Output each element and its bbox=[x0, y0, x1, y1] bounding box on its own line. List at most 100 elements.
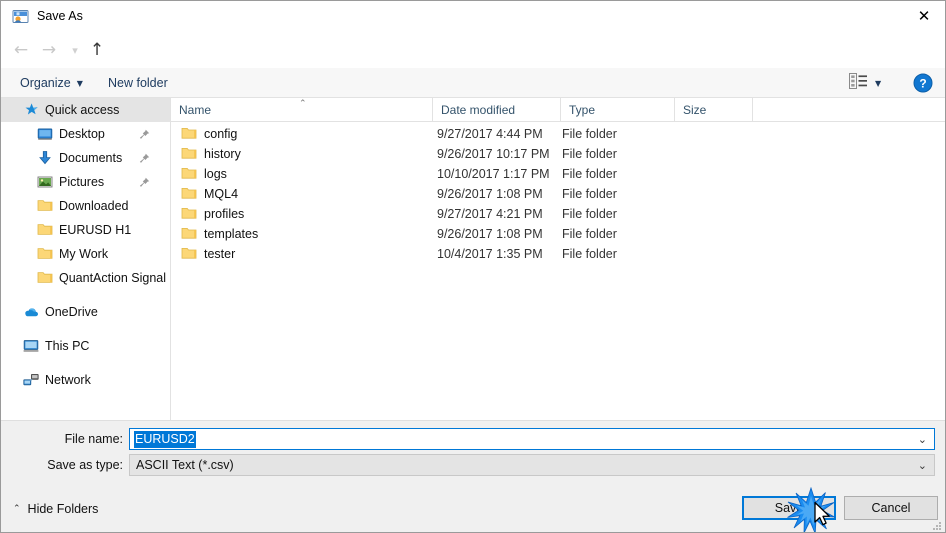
file-list-pane: Name ⌃ Date modified Type Size config 9/2… bbox=[171, 98, 945, 420]
close-icon: ✕ bbox=[917, 6, 931, 25]
file-name-input[interactable]: EURUSD2 ⌄ bbox=[129, 428, 935, 450]
sidebar-item-quick-access[interactable]: Quick access bbox=[1, 98, 170, 122]
table-row[interactable]: history 9/26/2017 10:17 PM File folder bbox=[171, 144, 945, 164]
recent-locations-button[interactable]: ▾ bbox=[63, 39, 87, 61]
sidebar-item-my-work[interactable]: My Work bbox=[1, 242, 170, 266]
window-title: Save As bbox=[37, 9, 83, 23]
folder-icon bbox=[181, 126, 197, 140]
svg-text:?: ? bbox=[919, 77, 926, 91]
sidebar-item-label: Network bbox=[45, 373, 91, 387]
new-folder-button[interactable]: New folder bbox=[101, 72, 175, 94]
file-name-value: EURUSD2 bbox=[134, 430, 196, 448]
sidebar-item-eurusd-h1[interactable]: EURUSD H1 bbox=[1, 218, 170, 242]
back-button[interactable]: ← bbox=[9, 39, 33, 61]
date-modified-cell: 9/27/2017 4:44 PM bbox=[437, 127, 543, 141]
folder-icon bbox=[181, 206, 197, 220]
date-modified-cell: 9/26/2017 1:08 PM bbox=[437, 227, 543, 241]
table-row[interactable]: logs 10/10/2017 1:17 PM File folder bbox=[171, 164, 945, 184]
file-name-cell: history bbox=[204, 147, 241, 161]
column-header-date-modified[interactable]: Date modified bbox=[433, 98, 561, 121]
file-name-cell: logs bbox=[204, 167, 227, 181]
help-button[interactable]: ? bbox=[913, 73, 933, 93]
forward-button[interactable]: → bbox=[37, 39, 61, 61]
column-label: Size bbox=[683, 102, 707, 117]
pin-icon[interactable] bbox=[139, 127, 150, 145]
date-modified-cell: 9/26/2017 10:17 PM bbox=[437, 147, 550, 161]
chevron-down-icon[interactable]: ⌄ bbox=[918, 460, 927, 471]
type-cell: File folder bbox=[562, 207, 617, 221]
pictures-icon bbox=[37, 174, 53, 190]
save-as-dialog: Save As ✕ ← → ▾ ↑ « Roaming › bbox=[0, 0, 946, 533]
sidebar-item-pictures[interactable]: Pictures bbox=[1, 170, 170, 194]
network-icon bbox=[23, 372, 39, 388]
hide-folders-button[interactable]: ⌃ Hide Folders bbox=[13, 502, 98, 516]
folder-icon bbox=[37, 222, 53, 238]
pin-icon[interactable] bbox=[139, 151, 150, 169]
star-pin-icon bbox=[23, 102, 39, 118]
table-row[interactable]: config 9/27/2017 4:44 PM File folder bbox=[171, 124, 945, 144]
folder-icon bbox=[37, 198, 53, 214]
change-view-button[interactable]: ▼ bbox=[849, 73, 881, 94]
title-bar: Save As ✕ bbox=[1, 1, 945, 32]
sidebar-item-label: My Work bbox=[59, 247, 109, 261]
file-name-label: File name: bbox=[64, 432, 123, 446]
chevron-down-icon[interactable]: ⌄ bbox=[918, 434, 927, 445]
pin-icon[interactable] bbox=[139, 175, 150, 193]
folder-icon bbox=[181, 166, 197, 180]
sidebar-item-label: QuantAction Signal bbox=[59, 271, 167, 285]
save-as-type-select[interactable]: ASCII Text (*.csv) ⌄ bbox=[129, 454, 935, 476]
address-toolbar: ← → ▾ ↑ « Roaming › MetaQuotes › Termina… bbox=[1, 32, 945, 93]
navigation-pane: Quick access Desktop Documents Pictures Down… bbox=[1, 98, 171, 420]
column-headers: Name ⌃ Date modified Type Size bbox=[171, 98, 945, 122]
sidebar-item-documents[interactable]: Documents bbox=[1, 146, 170, 170]
documents-download-icon bbox=[37, 150, 53, 166]
type-cell: File folder bbox=[562, 247, 617, 261]
sidebar-item-onedrive[interactable]: OneDrive bbox=[1, 300, 170, 324]
save-button-label: Save bbox=[774, 501, 804, 515]
sidebar-item-label: EURUSD H1 bbox=[59, 223, 132, 237]
type-cell: File folder bbox=[562, 167, 617, 181]
sidebar-item-quantaction-signal[interactable]: QuantAction Signal bbox=[1, 266, 170, 290]
arrow-right-icon: → bbox=[41, 39, 57, 60]
column-header-name[interactable]: Name ⌃ bbox=[171, 98, 433, 121]
type-cell: File folder bbox=[562, 147, 617, 161]
sidebar-item-label: Quick access bbox=[45, 103, 120, 117]
sort-ascending-icon: ⌃ bbox=[299, 99, 307, 109]
chevron-up-icon: ⌃ bbox=[13, 504, 21, 514]
file-list: config 9/27/2017 4:44 PM File folder histor… bbox=[171, 124, 945, 264]
column-header-size[interactable]: Size bbox=[675, 98, 753, 121]
folder-icon bbox=[181, 246, 197, 260]
table-row[interactable]: templates 9/26/2017 1:08 PM File folder bbox=[171, 224, 945, 244]
sidebar-item-downloaded[interactable]: Downloaded bbox=[1, 194, 170, 218]
sidebar-item-label: Pictures bbox=[59, 175, 105, 189]
save-as-type-value: ASCII Text (*.csv) bbox=[136, 458, 234, 472]
cancel-button[interactable]: Cancel bbox=[844, 496, 938, 520]
chevron-down-icon: ▾ bbox=[72, 43, 78, 57]
date-modified-cell: 10/10/2017 1:17 PM bbox=[437, 167, 550, 181]
file-name-cell: tester bbox=[204, 247, 236, 261]
table-row[interactable]: tester 10/4/2017 1:35 PM File folder bbox=[171, 244, 945, 264]
organize-button[interactable]: Organize ▼ bbox=[13, 72, 90, 94]
save-button[interactable]: Save bbox=[742, 496, 836, 520]
view-layout-icon bbox=[849, 73, 868, 94]
date-modified-cell: 9/26/2017 1:08 PM bbox=[437, 187, 543, 201]
arrow-left-icon: ← bbox=[13, 39, 29, 60]
table-row[interactable]: profiles 9/27/2017 4:21 PM File folder bbox=[171, 204, 945, 224]
up-one-level-button[interactable]: ↑ bbox=[85, 39, 109, 61]
sidebar-item-label: This PC bbox=[45, 339, 90, 353]
sidebar-item-label: Desktop bbox=[59, 127, 105, 141]
type-cell: File folder bbox=[562, 227, 617, 241]
sidebar-item-label: Documents bbox=[59, 151, 123, 165]
column-header-type[interactable]: Type bbox=[561, 98, 675, 121]
folder-icon bbox=[181, 186, 197, 200]
dialog-body: Quick access Desktop Documents Pictures Down… bbox=[1, 98, 945, 420]
table-row[interactable]: MQL4 9/26/2017 1:08 PM File folder bbox=[171, 184, 945, 204]
sidebar-item-this-pc[interactable]: This PC bbox=[1, 334, 170, 358]
organize-label: Organize bbox=[20, 76, 71, 90]
sidebar-item-desktop[interactable]: Desktop bbox=[1, 122, 170, 146]
date-modified-cell: 10/4/2017 1:35 PM bbox=[437, 247, 543, 261]
folder-icon bbox=[37, 270, 53, 286]
sidebar-item-network[interactable]: Network bbox=[1, 368, 170, 392]
close-button[interactable]: ✕ bbox=[901, 1, 945, 31]
